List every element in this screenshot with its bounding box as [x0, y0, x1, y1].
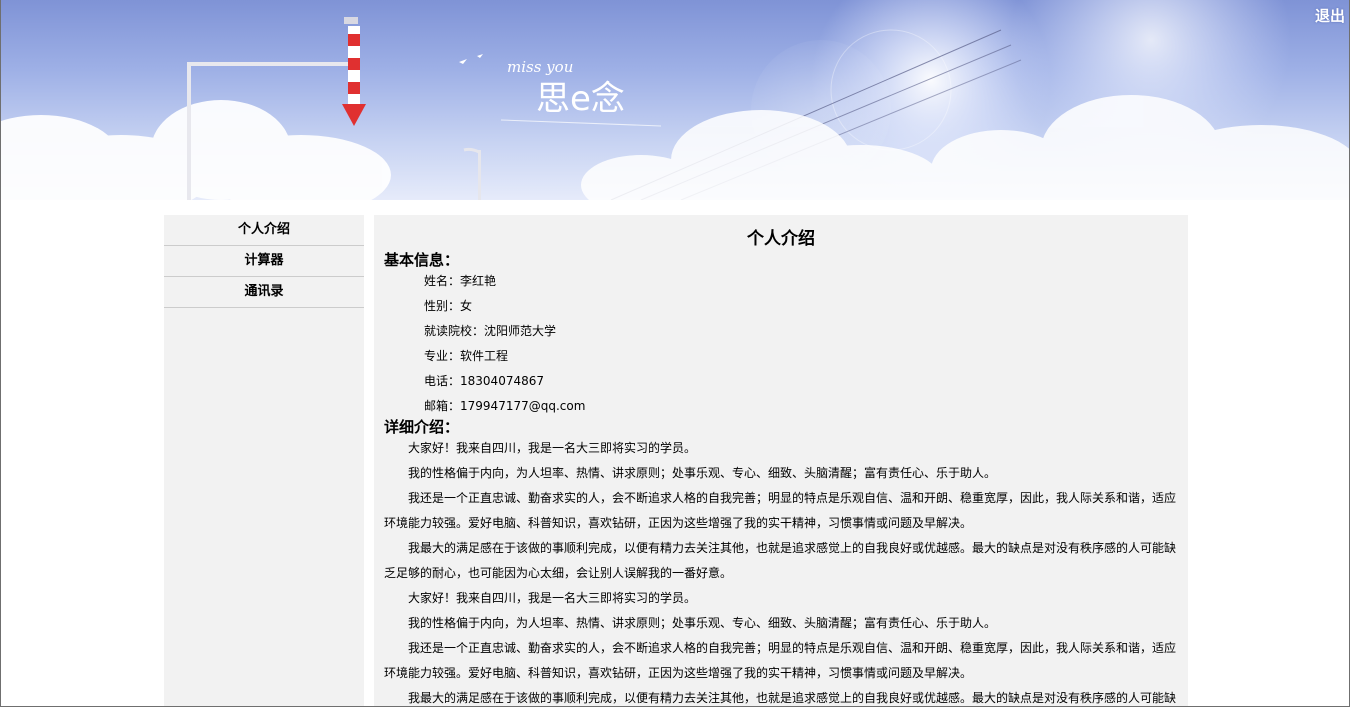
info-label: 电话： — [424, 374, 461, 388]
detail-paragraph: 我的性格偏于内向，为人坦率、热情、讲求原则；处事乐观、专心、细致、头脑清醒；富有… — [408, 616, 997, 630]
sidebar-item-calculator[interactable]: 计算器 — [164, 246, 364, 277]
header-banner: miss you 思e念 退出 — [1, 0, 1349, 200]
sidebar-nav: 个人介绍 计算器 通讯录 — [164, 215, 364, 706]
info-value: 软件工程 — [460, 349, 509, 363]
detail-paragraph: 我还是一个正直忠诚、勤奋求实的人，会不断追求人格的自我完善；明显的特点是乐观自信… — [384, 641, 1177, 680]
info-label: 邮箱： — [424, 399, 461, 413]
detail-text: 大家好！我来自四川，我是一名大三即将实习的学员。 我的性格偏于内向，为人坦率、热… — [384, 436, 1178, 706]
info-row-gender: 性别：女 — [384, 294, 1178, 319]
info-value: 18304074867 — [460, 374, 544, 388]
svg-text:思e念: 思e念 — [536, 79, 625, 119]
detail-paragraph: 我最大的满足感在于该做的事顺利完成，以便有精力去关注其他，也就是追求感觉上的自我… — [408, 691, 1177, 705]
page-title: 个人介绍 — [747, 229, 815, 249]
info-row-phone: 电话：18304074867 — [384, 369, 1178, 394]
info-label: 性别： — [424, 299, 461, 313]
basic-info-heading: 基本信息： — [384, 251, 460, 269]
svg-text:miss you: miss you — [507, 58, 573, 76]
detail-paragraph: 大家好！我来自四川，我是一名大三即将实习的学员。 — [408, 441, 697, 455]
info-row-name: 姓名：李红艳 — [384, 269, 1178, 294]
detail-heading: 详细介绍： — [384, 418, 460, 436]
info-value: 沈阳师范大学 — [484, 324, 557, 338]
detail-paragraph: 我还是一个正直忠诚、勤奋求实的人，会不断追求人格的自我完善；明显的特点是乐观自信… — [384, 491, 1177, 530]
main-content: 个人介绍 基本信息： 姓名：李红艳 性别：女 就读院校：沈阳师范大学 专业：软件… — [374, 215, 1188, 706]
banner-illustration: miss you 思e念 — [1, 0, 1349, 200]
logout-button[interactable]: 退出 — [1315, 5, 1345, 26]
info-value: 179947177@qq.com — [460, 399, 586, 413]
page-frame: miss you 思e念 退出 个人介绍 计算器 通讯录 个人介绍 基本信息： … — [0, 0, 1350, 707]
detail-paragraph: 我的性格偏于内向，为人坦率、热情、讲求原则；处事乐观、专心、细致、头脑清醒；富有… — [408, 466, 997, 480]
info-value: 女 — [460, 299, 473, 313]
info-row-email: 邮箱：179947177@qq.com — [384, 394, 1178, 419]
sidebar-item-contacts[interactable]: 通讯录 — [164, 277, 364, 308]
sidebar-item-profile[interactable]: 个人介绍 — [164, 215, 364, 246]
info-label: 就读院校： — [424, 324, 485, 338]
basic-info-list: 姓名：李红艳 性别：女 就读院校：沈阳师范大学 专业：软件工程 电话：18304… — [384, 269, 1178, 419]
detail-paragraph: 大家好！我来自四川，我是一名大三即将实习的学员。 — [408, 591, 697, 605]
info-label: 姓名： — [424, 274, 461, 288]
detail-paragraph: 我最大的满足感在于该做的事顺利完成，以便有精力去关注其他，也就是追求感觉上的自我… — [384, 541, 1177, 580]
info-row-major: 专业：软件工程 — [384, 344, 1178, 369]
info-value: 李红艳 — [460, 274, 497, 288]
info-row-school: 就读院校：沈阳师范大学 — [384, 319, 1178, 344]
info-label: 专业： — [424, 349, 461, 363]
